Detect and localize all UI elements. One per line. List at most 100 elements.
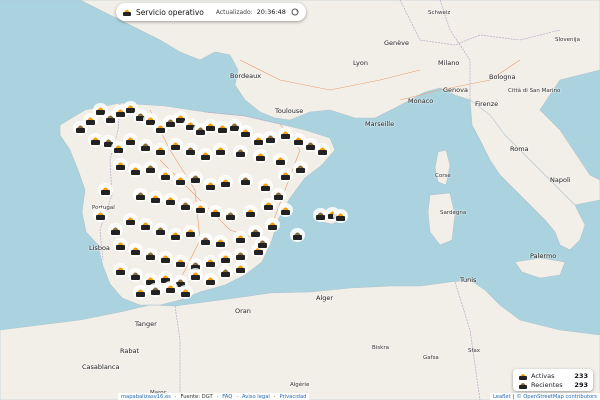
- beacon-marker[interactable]: [158, 168, 173, 182]
- beacon-marker[interactable]: [143, 161, 158, 175]
- beacon-marker[interactable]: [108, 223, 123, 237]
- beacon-marker[interactable]: [98, 183, 113, 197]
- beacon-marker[interactable]: [233, 261, 248, 275]
- beacon-marker[interactable]: [111, 141, 126, 155]
- label-marseille: Marseille: [365, 120, 395, 128]
- beacon-marker[interactable]: [213, 235, 228, 249]
- legal-link[interactable]: Aviso legal: [242, 394, 270, 400]
- beacon-marker[interactable]: [258, 179, 273, 193]
- beacon-marker[interactable]: [198, 233, 213, 247]
- beacon-marker[interactable]: [238, 173, 253, 187]
- legend-recent-count: 293: [574, 380, 588, 389]
- leaflet-link[interactable]: Leaflet: [493, 394, 511, 400]
- faq-link[interactable]: FAQ: [222, 394, 232, 400]
- beacon-marker[interactable]: [183, 143, 198, 157]
- label-alger: Alger: [316, 294, 334, 302]
- beacon-marker[interactable]: [243, 205, 258, 219]
- beacon-marker[interactable]: [128, 163, 143, 177]
- beacon-marker[interactable]: [278, 168, 293, 182]
- osm-attribution[interactable]: © OpenStreetMap contributors: [516, 394, 597, 400]
- label-rabat: Rabat: [120, 347, 140, 355]
- beacon-marker[interactable]: [148, 191, 163, 205]
- beacon-marker[interactable]: [261, 198, 276, 212]
- beacon-marker[interactable]: [148, 283, 163, 297]
- beacon-marker[interactable]: [290, 228, 305, 242]
- map-canvas[interactable]: Bordeaux Toulouse Marseille Monaco Genov…: [0, 0, 600, 400]
- beacon-marker[interactable]: [198, 148, 213, 162]
- beacon-marker[interactable]: [333, 209, 348, 223]
- beacon-marker[interactable]: [203, 178, 218, 192]
- beacon-marker[interactable]: [223, 208, 238, 222]
- beacon-marker[interactable]: [271, 188, 286, 202]
- beacon-marker[interactable]: [233, 231, 248, 245]
- site-link[interactable]: mapabalizasv16.es: [121, 394, 171, 400]
- beacon-marker[interactable]: [113, 238, 128, 252]
- beacon-marker[interactable]: [218, 175, 233, 189]
- map-basemap: [0, 0, 600, 400]
- beacon-marker[interactable]: [188, 171, 203, 185]
- beacon-marker[interactable]: [255, 236, 270, 250]
- beacon-marker[interactable]: [183, 225, 198, 239]
- beacon-marker[interactable]: [233, 145, 248, 159]
- label-corse: Corse: [435, 173, 451, 179]
- beacon-marker[interactable]: [83, 113, 98, 127]
- beacon-marker[interactable]: [168, 138, 183, 152]
- beacon-marker[interactable]: [218, 265, 233, 279]
- beacon-marker[interactable]: [263, 131, 278, 145]
- beacon-marker[interactable]: [315, 143, 330, 157]
- label-lyon: Lyon: [353, 59, 368, 67]
- beacon-marker[interactable]: [123, 133, 138, 147]
- beacon-marker[interactable]: [163, 193, 178, 207]
- beacon-marker[interactable]: [233, 248, 248, 262]
- beacon-marker[interactable]: [278, 127, 293, 141]
- beacon-marker[interactable]: [128, 243, 143, 257]
- beacon-marker[interactable]: [273, 153, 288, 167]
- label-bologna: Bologna: [489, 73, 516, 81]
- beacon-marker[interactable]: [133, 188, 148, 202]
- beacon-marker[interactable]: [113, 263, 128, 277]
- legend-row-recent: Recientes 293: [518, 380, 588, 389]
- beacon-marker[interactable]: [138, 139, 153, 153]
- beacon-marker[interactable]: [173, 173, 188, 187]
- beacon-marker[interactable]: [278, 203, 293, 217]
- label-tanger: Tanger: [135, 320, 157, 328]
- beacon-marker[interactable]: [143, 248, 158, 262]
- beacon-marker[interactable]: [123, 213, 138, 227]
- legend-row-active: Activas 233: [518, 371, 588, 380]
- beacon-marker[interactable]: [203, 273, 218, 287]
- label-genova: Genova: [443, 86, 468, 94]
- beacon-marker[interactable]: [293, 161, 308, 175]
- beacon-marker[interactable]: [113, 158, 128, 172]
- beacon-marker[interactable]: [208, 205, 223, 219]
- beacon-marker[interactable]: [128, 268, 143, 282]
- beacon-marker[interactable]: [238, 125, 253, 139]
- beacon-marker[interactable]: [133, 285, 148, 299]
- beacon-marker[interactable]: [253, 149, 268, 163]
- beacon-marker[interactable]: [88, 133, 103, 147]
- beacon-marker[interactable]: [203, 255, 218, 269]
- beacon-marker[interactable]: [265, 218, 280, 232]
- beacon-marker[interactable]: [168, 228, 183, 242]
- label-algerie: Algérie: [290, 382, 310, 388]
- beacon-marker[interactable]: [153, 223, 168, 237]
- beacon-icon: [122, 7, 132, 17]
- service-status-label: Servicio operativo: [136, 7, 204, 17]
- beacon-marker[interactable]: [178, 285, 193, 299]
- beacon-marker[interactable]: [173, 255, 188, 269]
- updated-label: Actualizado:: [215, 8, 253, 16]
- label-gafsa: Gafsa: [423, 355, 439, 361]
- label-monaco: Monaco: [408, 97, 434, 105]
- beacon-marker[interactable]: [193, 201, 208, 215]
- beacon-marker[interactable]: [158, 251, 173, 265]
- refresh-icon[interactable]: [290, 7, 300, 17]
- beacon-marker[interactable]: [138, 218, 153, 232]
- beacon-marker[interactable]: [153, 143, 168, 157]
- beacon-marker[interactable]: [178, 198, 193, 212]
- label-firenze: Firenze: [475, 100, 499, 108]
- beacon-marker[interactable]: [213, 143, 228, 157]
- beacon-marker[interactable]: [188, 268, 203, 282]
- beacon-marker[interactable]: [93, 208, 108, 222]
- beacon-marker[interactable]: [218, 251, 233, 265]
- beacon-marker[interactable]: [163, 281, 178, 295]
- privacy-link[interactable]: Privacidad: [280, 394, 307, 400]
